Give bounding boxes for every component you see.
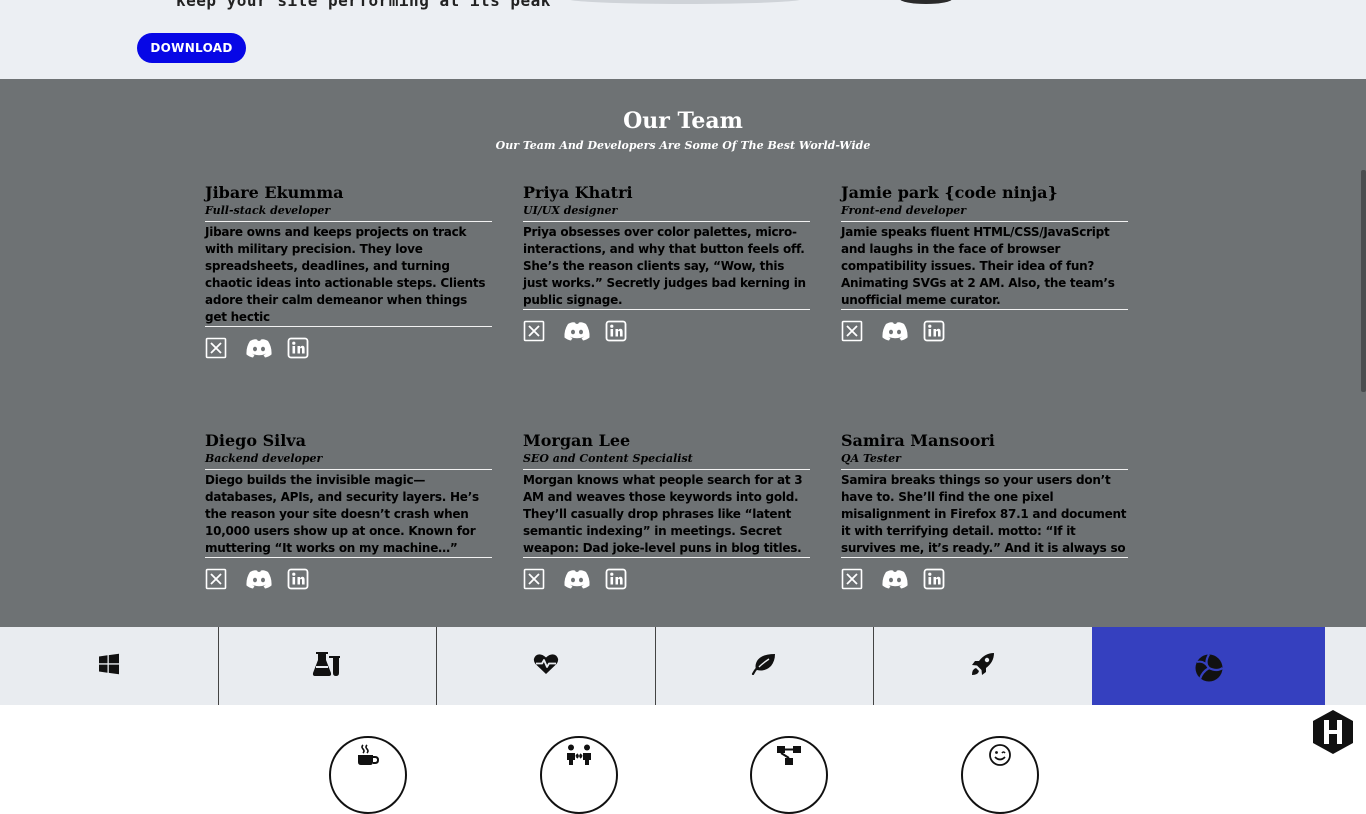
divider [205, 469, 492, 470]
leaf-icon [751, 653, 777, 679]
social-links [523, 320, 810, 342]
x-twitter-icon[interactable] [523, 568, 549, 590]
member-bio: Diego builds the invisible magic—databas… [205, 472, 492, 558]
people-exchange-icon [565, 738, 593, 770]
windows-icon [98, 653, 120, 679]
tab-leaf[interactable] [655, 627, 873, 705]
feature-badge [961, 736, 1039, 814]
member-name: Priya Khatri [523, 183, 633, 202]
member-name: Morgan Lee [523, 431, 631, 450]
team-member-card: Jamie park {code ninja} Front-end develo… [841, 183, 1128, 342]
x-twitter-icon[interactable] [205, 568, 231, 590]
member-role: Front-end developer [841, 204, 966, 217]
service-tab-bar [0, 627, 1366, 705]
member-bio: Morgan knows what people search for at 3… [523, 472, 810, 558]
linkedin-icon[interactable] [923, 320, 949, 342]
linkedin-icon[interactable] [923, 568, 949, 590]
member-name: Diego Silva [205, 431, 306, 450]
team-member-card: Priya Khatri UI/UX designer Priya obsess… [523, 183, 810, 342]
team-title: Our Team [623, 108, 743, 134]
discord-icon[interactable] [881, 568, 909, 590]
flask-icon [312, 651, 342, 681]
feature-badge [750, 736, 828, 814]
rocket-icon [971, 652, 995, 680]
tab-heartbeat[interactable] [436, 627, 655, 705]
discord-icon[interactable] [563, 568, 591, 590]
member-role: Full-stack developer [205, 204, 331, 217]
scrollbar-thumb[interactable] [1361, 170, 1366, 392]
download-button[interactable]: DOWNLOAD [137, 33, 246, 63]
linkedin-icon[interactable] [287, 337, 313, 359]
team-member-card: Morgan Lee SEO and Content Specialist Mo… [523, 431, 810, 590]
discord-icon[interactable] [245, 337, 273, 359]
member-name: Jibare Ekumma [205, 183, 344, 202]
brand-logo[interactable] [1311, 709, 1355, 755]
tab-divider [436, 627, 437, 705]
volleyball-icon [1194, 653, 1224, 687]
feature-badge [540, 736, 618, 814]
download-section: keep your site performing at its peak DO… [0, 0, 1366, 79]
social-links [205, 337, 492, 359]
x-twitter-icon[interactable] [205, 337, 231, 359]
discord-icon[interactable] [245, 568, 273, 590]
member-role: QA Tester [841, 452, 901, 465]
member-name: Jamie park {code ninja} [841, 183, 1058, 202]
tab-divider [218, 627, 219, 705]
tab-flask[interactable] [218, 627, 436, 705]
decorative-shadow [568, 0, 802, 4]
team-member-card: Jibare Ekumma Full-stack developer Jibar… [205, 183, 492, 359]
network-icon [776, 738, 802, 770]
divider [523, 221, 810, 222]
social-links [841, 568, 1128, 590]
team-subtitle: Our Team And Developers Are Some Of The … [495, 139, 871, 152]
tab-volleyball[interactable] [1092, 627, 1325, 705]
member-bio: Jamie speaks fluent HTML/CSS/JavaScript … [841, 224, 1128, 310]
discord-icon[interactable] [881, 320, 909, 342]
divider [205, 221, 492, 222]
member-name: Samira Mansoori [841, 431, 995, 450]
linkedin-icon[interactable] [287, 568, 313, 590]
member-bio: Jibare owns and keeps projects on track … [205, 224, 492, 327]
team-member-card: Samira Mansoori QA Tester Samira breaks … [841, 431, 1128, 590]
member-role: Backend developer [205, 452, 323, 465]
smile-icon [989, 738, 1011, 770]
divider [841, 221, 1128, 222]
heartbeat-icon [533, 653, 559, 679]
coffee-icon [357, 738, 380, 770]
x-twitter-icon[interactable] [523, 320, 549, 342]
linkedin-icon[interactable] [605, 320, 631, 342]
tab-divider [873, 627, 874, 705]
divider [523, 469, 810, 470]
member-role: SEO and Content Specialist [523, 452, 693, 465]
x-twitter-icon[interactable] [841, 568, 867, 590]
linkedin-icon[interactable] [605, 568, 631, 590]
tab-rocket[interactable] [873, 627, 1092, 705]
social-links [205, 568, 492, 590]
tab-windows[interactable] [0, 627, 218, 705]
discord-icon[interactable] [563, 320, 591, 342]
x-twitter-icon[interactable] [841, 320, 867, 342]
member-bio: Samira breaks things so your users don’t… [841, 472, 1128, 558]
divider [841, 469, 1128, 470]
member-role: UI/UX designer [523, 204, 618, 217]
social-links [841, 320, 1128, 342]
team-member-card: Diego Silva Backend developer Diego buil… [205, 431, 492, 590]
feature-badge [329, 736, 407, 814]
tagline-text: keep your site performing at its peak [176, 0, 551, 10]
tab-divider [655, 627, 656, 705]
decorative-shadow [900, 0, 952, 4]
member-bio: Priya obsesses over color palettes, micr… [523, 224, 810, 310]
hexagon-h-icon [1313, 710, 1353, 754]
social-links [523, 568, 810, 590]
